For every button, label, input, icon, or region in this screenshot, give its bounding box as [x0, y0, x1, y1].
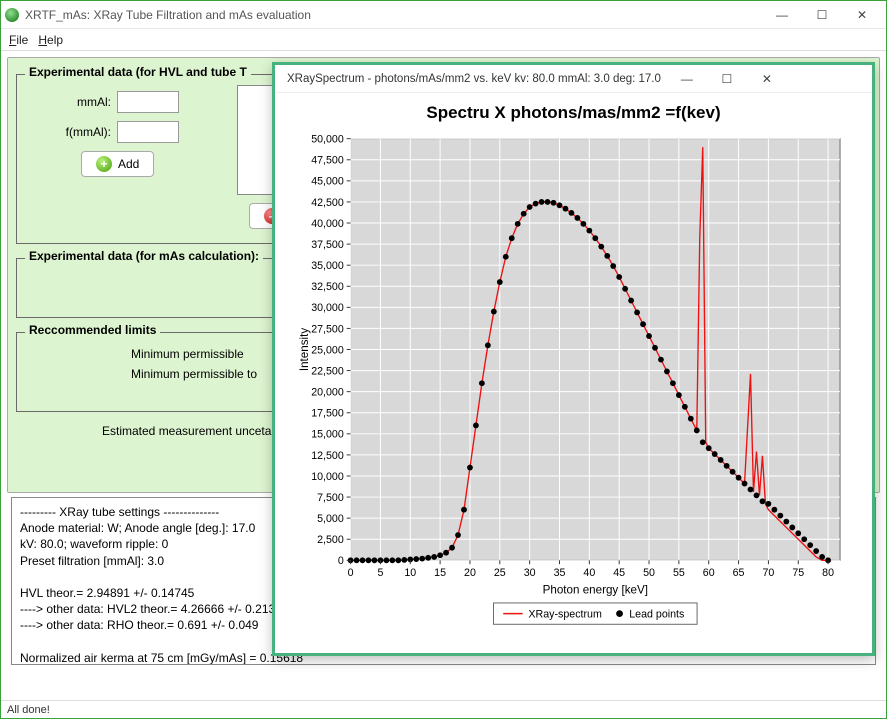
svg-text:15: 15	[434, 567, 446, 579]
close-button[interactable]: ✕	[842, 3, 882, 27]
svg-text:25: 25	[494, 567, 506, 579]
svg-text:0: 0	[348, 567, 354, 579]
maximize-button[interactable]: ☐	[802, 3, 842, 27]
svg-text:35: 35	[554, 567, 566, 579]
main-titlebar[interactable]: XRTF_mAs: XRay Tube Filtration and mAs e…	[1, 1, 886, 29]
svg-text:0: 0	[338, 555, 344, 567]
svg-text:80: 80	[822, 567, 834, 579]
chart-content: Spectru X photons/mas/mm2 =f(kev) 0 5 10 15…	[275, 93, 872, 653]
svg-text:15,000: 15,000	[311, 429, 344, 441]
legend-limits: Reccommended limits	[25, 323, 160, 337]
chart-window[interactable]: XRaySpectrum - photons/mAs/mm2 vs. keV k…	[272, 62, 875, 656]
add-button-label: Add	[118, 157, 139, 171]
svg-text:65: 65	[733, 567, 745, 579]
chart-window-title: XRaySpectrum - photons/mAs/mm2 vs. keV k…	[287, 73, 661, 85]
svg-text:50: 50	[643, 567, 655, 579]
chart-minimize-button[interactable]: —	[667, 67, 707, 91]
svg-text:25,000: 25,000	[311, 344, 344, 356]
svg-text:30,000: 30,000	[311, 302, 344, 314]
chart-title: Spectru X photons/mas/mm2 =f(kev)	[275, 103, 872, 123]
svg-text:10: 10	[404, 567, 416, 579]
svg-text:70: 70	[762, 567, 774, 579]
svg-text:50,000: 50,000	[311, 134, 344, 146]
svg-text:47,500: 47,500	[311, 155, 344, 167]
svg-text:55: 55	[673, 567, 685, 579]
svg-text:37,500: 37,500	[311, 239, 344, 251]
svg-text:45,000: 45,000	[311, 176, 344, 188]
label-fmmal: f(mmAl):	[55, 125, 111, 139]
minimize-button[interactable]: —	[762, 3, 802, 27]
svg-text:XRay-spectrum: XRay-spectrum	[528, 608, 602, 620]
svg-text:30: 30	[524, 567, 536, 579]
fmmal-input[interactable]	[117, 121, 179, 143]
svg-text:40,000: 40,000	[311, 218, 344, 230]
svg-text:2,500: 2,500	[317, 534, 344, 546]
svg-text:32,500: 32,500	[311, 281, 344, 293]
svg-text:60: 60	[703, 567, 715, 579]
chart-titlebar[interactable]: XRaySpectrum - photons/mAs/mm2 vs. keV k…	[275, 65, 872, 93]
chart-svg: 0 5 10 15 20 25 30 35 40 45 50 55 60 65 70 75 80 0 2,500 5,…	[285, 129, 862, 633]
legend-mas: Experimental data (for mAs calculation):	[25, 249, 263, 263]
svg-text:Intensity: Intensity	[298, 328, 311, 371]
main-window-title: XRTF_mAs: XRay Tube Filtration and mAs e…	[25, 8, 762, 22]
menu-help[interactable]: Help	[38, 33, 63, 47]
svg-text:42,500: 42,500	[311, 197, 344, 209]
menu-file[interactable]: File	[9, 33, 28, 47]
svg-text:45: 45	[613, 567, 625, 579]
add-button[interactable]: + Add	[81, 151, 154, 177]
menubar: File Help	[1, 29, 886, 51]
svg-text:10,000: 10,000	[311, 471, 344, 483]
statusbar: All done!	[1, 700, 886, 718]
svg-text:35,000: 35,000	[311, 260, 344, 272]
app-icon	[5, 8, 19, 22]
svg-text:22,500: 22,500	[311, 365, 344, 377]
status-text: All done!	[7, 704, 50, 716]
legend-hvl: Experimental data (for HVL and tube T	[25, 65, 251, 79]
mmal-input[interactable]	[117, 91, 179, 113]
svg-text:5: 5	[377, 567, 383, 579]
svg-text:Lead points: Lead points	[629, 608, 684, 620]
svg-text:5,000: 5,000	[317, 513, 344, 525]
svg-text:12,500: 12,500	[311, 450, 344, 462]
svg-text:17,500: 17,500	[311, 408, 344, 420]
svg-text:7,500: 7,500	[317, 492, 344, 504]
svg-text:40: 40	[583, 567, 595, 579]
svg-text:27,500: 27,500	[311, 323, 344, 335]
svg-text:Photon energy [keV]: Photon energy [keV]	[543, 583, 648, 596]
svg-text:20,000: 20,000	[311, 387, 344, 399]
label-mmal: mmAl:	[55, 95, 111, 109]
chart-maximize-button[interactable]: ☐	[707, 67, 747, 91]
svg-text:20: 20	[464, 567, 476, 579]
chart-close-button[interactable]: ✕	[747, 67, 787, 91]
svg-text:75: 75	[792, 567, 804, 579]
plus-icon: +	[96, 156, 112, 172]
